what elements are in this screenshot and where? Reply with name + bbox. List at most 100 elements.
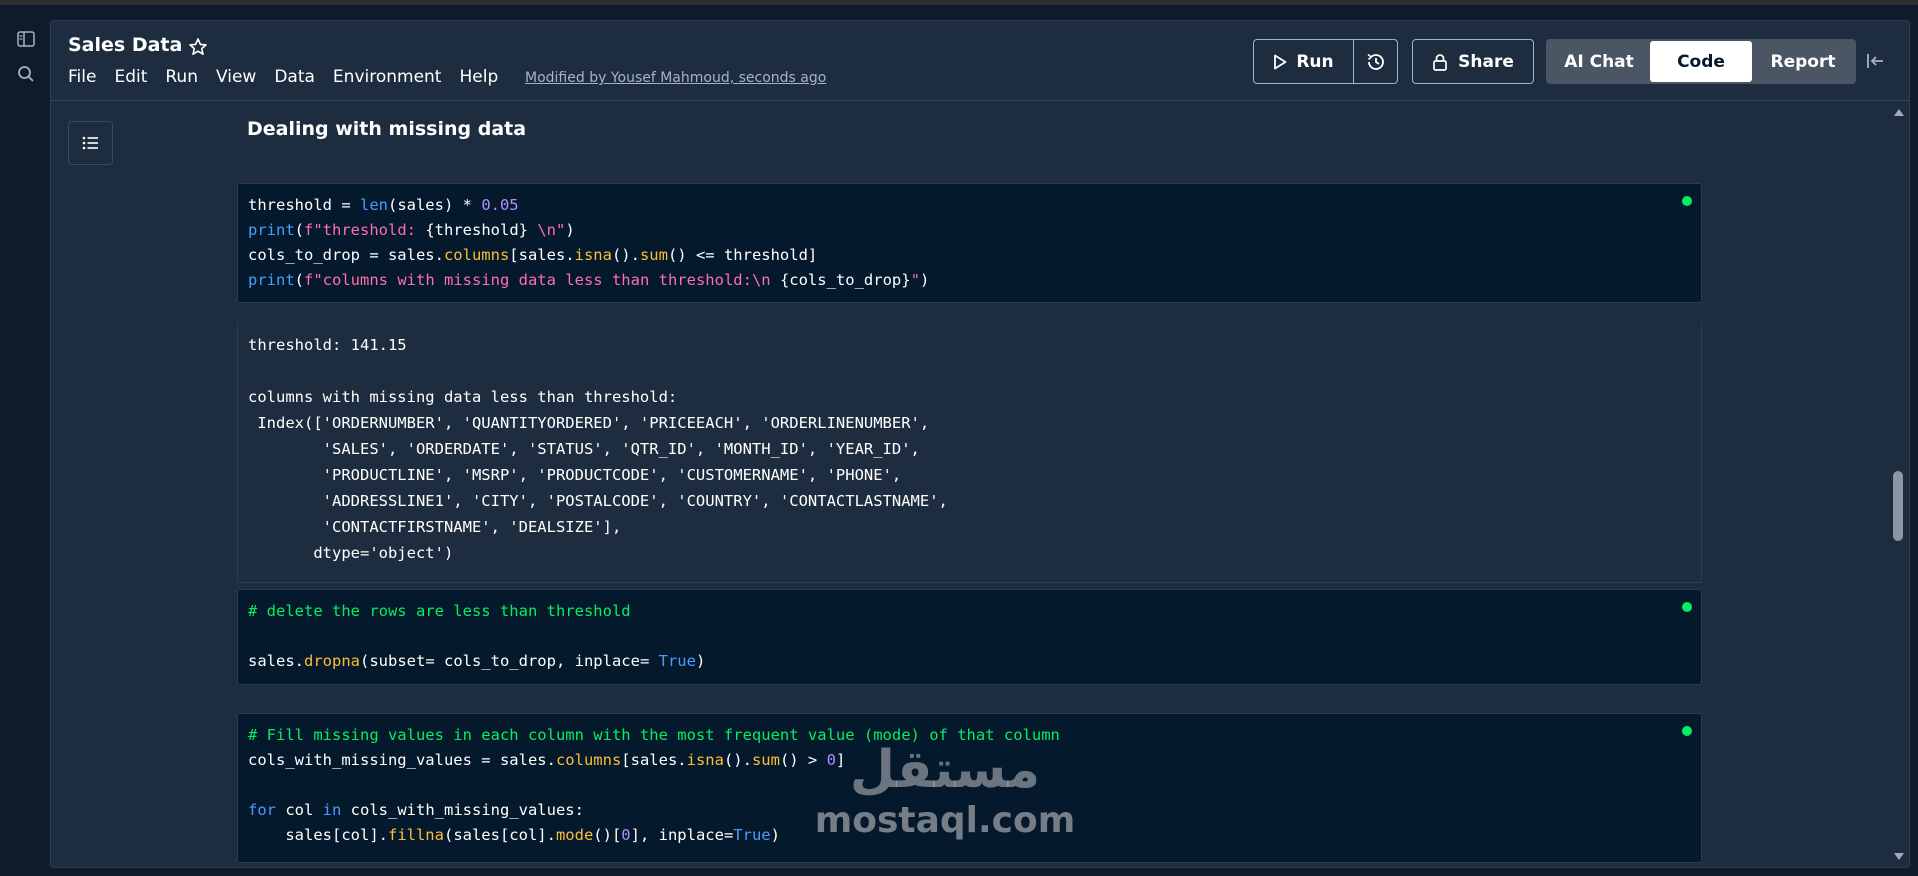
menu-edit[interactable]: Edit [114, 67, 147, 87]
menu-data[interactable]: Data [274, 67, 315, 87]
view-switcher: AI Chat Code Report [1546, 39, 1856, 84]
output-line: 'CONTACTFIRSTNAME', 'DEALSIZE'], [248, 518, 622, 536]
code-token: {threshold} [425, 221, 528, 239]
tab-report[interactable]: Report [1752, 41, 1854, 82]
modified-status-link[interactable]: Modified by Yousef Mahmoud, seconds ago [525, 70, 826, 86]
code-token: columns [443, 246, 510, 264]
code-token: f"columns with missing data less than th… [304, 271, 780, 289]
notebook-title[interactable]: Sales Data [68, 34, 182, 56]
star-icon[interactable] [188, 37, 208, 57]
tab-ai-chat[interactable]: AI Chat [1548, 41, 1650, 82]
code-token: ) [695, 652, 706, 670]
run-button[interactable]: Run [1254, 40, 1354, 83]
share-button[interactable]: Share [1412, 39, 1534, 84]
cell-status-dot [1682, 726, 1692, 736]
scroll-up-arrow[interactable] [1894, 109, 1904, 116]
code-token: cols_to_drop = sales. [248, 246, 444, 264]
code-token: () <= threshold] [667, 246, 818, 264]
scrollbar-thumb[interactable] [1893, 471, 1903, 541]
code-token: ( [294, 271, 305, 289]
code-token: col [276, 801, 323, 819]
code-token: cols_with_missing_values = sales. [248, 751, 556, 769]
code-token: ) [770, 826, 780, 844]
code-token: for [248, 801, 276, 819]
scroll-down-arrow[interactable] [1894, 853, 1904, 860]
code-token: ()[ [593, 826, 622, 844]
left-rail [0, 5, 50, 876]
menu-help[interactable]: Help [459, 67, 498, 87]
output-line: dtype='object') [248, 544, 454, 562]
code-token: sum [639, 246, 668, 264]
output-line: 'ADDRESSLINE1', 'CITY', 'POSTALCODE', 'C… [248, 492, 948, 510]
code-token: [sales. [509, 246, 575, 264]
code-token: (sales[col]. [443, 826, 556, 844]
code-token: sales. [248, 652, 304, 670]
watermark-latin-text: mostaql.com [814, 800, 1076, 841]
cell-status-dot [1682, 602, 1692, 612]
history-icon [1367, 53, 1384, 70]
code-token: isna [686, 751, 724, 769]
menu-bar: File Edit Run View Data Environment Help [68, 67, 516, 87]
share-button-label: Share [1458, 51, 1514, 72]
code-cell-1[interactable]: threshold = len(sales) * 0.05 print(f"thr… [237, 183, 1702, 303]
code-line: print(f"threshold: {threshold} \n") [248, 218, 1701, 243]
code-line: cols_to_drop = sales.columns[sales.isna(… [248, 243, 1701, 268]
section-heading: Dealing with missing data [247, 118, 527, 140]
run-history-button[interactable] [1354, 40, 1397, 83]
run-button-group: Run [1253, 39, 1398, 84]
code-token: ) [919, 271, 930, 289]
sidebar-toggle-icon[interactable] [15, 28, 37, 50]
cell-output: threshold: 141.15 columns with missing da… [237, 323, 1702, 583]
run-button-label: Run [1296, 51, 1334, 72]
code-token: mode [555, 826, 594, 844]
search-icon[interactable] [15, 63, 37, 85]
menu-run[interactable]: Run [165, 67, 198, 87]
code-line: threshold = len(sales) * 0.05 [248, 193, 1701, 218]
play-icon [1274, 54, 1287, 69]
code-token: True [733, 826, 771, 844]
code-token: # delete the rows are less than threshol… [248, 602, 631, 620]
code-token: columns [555, 751, 622, 769]
code-token: f"threshold: [304, 221, 426, 239]
code-cell-2[interactable]: # delete the rows are less than threshol… [237, 589, 1702, 685]
code-token: sum [751, 751, 780, 769]
output-line: threshold: 141.15 [248, 336, 407, 354]
menu-file[interactable]: File [68, 67, 96, 87]
code-token: dropna [304, 652, 360, 670]
output-line: columns with missing data less than thre… [248, 388, 678, 406]
code-token: 0 [621, 826, 631, 844]
code-token: [sales. [621, 751, 687, 769]
lock-icon [1433, 53, 1447, 71]
menu-environment[interactable]: Environment [333, 67, 442, 87]
collapse-panel-icon[interactable] [1863, 49, 1887, 73]
window-top-edge [0, 0, 1918, 5]
output-line: Index(['ORDERNUMBER', 'QUANTITYORDERED',… [248, 414, 930, 432]
tab-code[interactable]: Code [1650, 41, 1752, 82]
table-of-contents-button[interactable] [68, 121, 113, 165]
code-token: in [322, 801, 342, 819]
code-token: (sales) * [387, 196, 482, 214]
code-token: isna [574, 246, 612, 264]
code-token: fillna [387, 826, 444, 844]
menu-view[interactable]: View [216, 67, 256, 87]
code-token: ], inplace= [630, 826, 734, 844]
code-token: sales[col]. [248, 826, 388, 844]
list-icon [82, 136, 98, 150]
code-token: (). [611, 246, 640, 264]
code-token: (subset= cols_to_drop, inplace= [360, 652, 659, 670]
watermark-arabic-text: مستقل [849, 740, 1041, 800]
code-token: threshold = [248, 196, 360, 214]
code-token: {cols_to_drop} [779, 271, 911, 289]
code-token: ( [294, 221, 305, 239]
code-token: print [248, 271, 295, 289]
code-token: 0.05 [481, 196, 519, 214]
code-editor[interactable]: # delete the rows are less than threshol… [238, 590, 1701, 674]
code-token: True [658, 652, 696, 670]
code-token: " [910, 271, 920, 289]
code-token: (). [723, 751, 752, 769]
notebook-header: Sales Data File Edit Run View Data Envir… [51, 21, 1909, 101]
code-editor[interactable]: threshold = len(sales) * 0.05 print(f"thr… [238, 184, 1701, 293]
code-line: print(f"columns with missing data less t… [248, 268, 1701, 293]
